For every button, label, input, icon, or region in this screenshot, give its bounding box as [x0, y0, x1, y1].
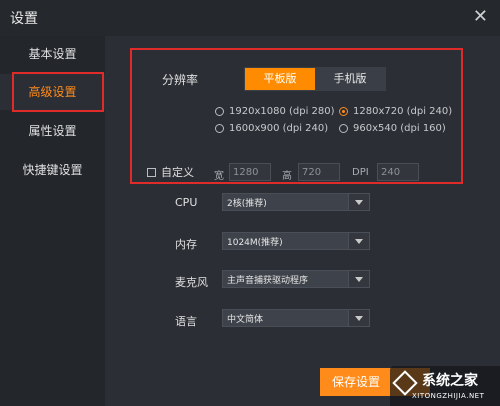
language-value: 中文简体 — [227, 315, 264, 325]
sidebar-item-properties[interactable]: 属性设置 — [0, 113, 105, 149]
cpu-value: 2核(推荐) — [227, 199, 267, 209]
height-input[interactable]: 720 — [298, 163, 340, 181]
sidebar-item-shortcuts[interactable]: 快捷键设置 — [0, 152, 105, 188]
phone-mode-button[interactable]: 手机版 — [315, 68, 385, 90]
radio-icon — [215, 107, 224, 116]
mode-switch: 平板版 手机版 — [244, 67, 386, 91]
resolution-section: 分辨率 平板版 手机版 1920x1080 (dpi 280) 1280x720… — [130, 48, 463, 184]
option-label: 1600x900 (dpi 240) — [229, 123, 329, 134]
memory-select[interactable]: 1024M(推荐) — [222, 232, 370, 250]
chevron-down-icon — [348, 271, 369, 287]
radio-icon — [339, 124, 348, 133]
resolution-option-1920[interactable]: 1920x1080 (dpi 280) — [215, 106, 335, 117]
option-label: 960x540 (dpi 160) — [353, 123, 446, 134]
mic-select[interactable]: 主声音捕获驱动程序 — [222, 270, 370, 288]
cpu-select[interactable]: 2核(推荐) — [222, 193, 370, 211]
radio-selected-icon — [339, 107, 348, 116]
dpi-input[interactable]: 240 — [377, 163, 419, 181]
language-select[interactable]: 中文简体 — [222, 309, 370, 327]
memory-value: 1024M(推荐) — [227, 238, 283, 248]
mic-label: 麦克风 — [175, 276, 208, 289]
title-bar: 设置 ✕ — [0, 0, 500, 36]
resolution-option-1600[interactable]: 1600x900 (dpi 240) — [215, 123, 328, 134]
resolution-option-960[interactable]: 960x540 (dpi 160) — [339, 123, 446, 134]
custom-resolution-toggle[interactable]: 自定义 — [147, 164, 194, 180]
resolution-label: 分辨率 — [162, 73, 199, 87]
window-title: 设置 — [10, 11, 38, 27]
watermark: 系统之家 XITONGZHIJIA.NET — [390, 366, 500, 406]
close-icon[interactable]: ✕ — [473, 6, 488, 27]
watermark-text: 系统之家 — [422, 373, 478, 389]
resolution-option-1280[interactable]: 1280x720 (dpi 240) — [339, 106, 452, 117]
tablet-mode-button[interactable]: 平板版 — [245, 68, 315, 90]
custom-label: 自定义 — [161, 166, 194, 179]
width-input[interactable]: 1280 — [229, 163, 271, 181]
watermark-subtext: XITONGZHIJIA.NET — [412, 392, 485, 400]
chevron-down-icon — [348, 310, 369, 326]
dpi-label: DPI — [352, 167, 369, 178]
option-label: 1920x1080 (dpi 280) — [229, 106, 335, 117]
sidebar: 基本设置 高级设置 属性设置 快捷键设置 — [0, 36, 105, 406]
chevron-down-icon — [348, 194, 369, 210]
width-label: 宽 — [214, 171, 224, 182]
height-label: 高 — [282, 171, 292, 182]
mic-value: 主声音捕获驱动程序 — [227, 276, 309, 286]
cpu-label: CPU — [175, 196, 198, 209]
option-label: 1280x720 (dpi 240) — [353, 106, 453, 117]
radio-icon — [215, 124, 224, 133]
checkbox-icon — [147, 167, 156, 177]
settings-panel: 分辨率 平板版 手机版 1920x1080 (dpi 280) 1280x720… — [105, 36, 500, 406]
sidebar-item-basic[interactable]: 基本设置 — [0, 36, 105, 72]
chevron-down-icon — [348, 233, 369, 249]
memory-label: 内存 — [175, 238, 197, 251]
language-label: 语言 — [175, 315, 197, 328]
active-item-highlight-frame — [12, 72, 104, 112]
